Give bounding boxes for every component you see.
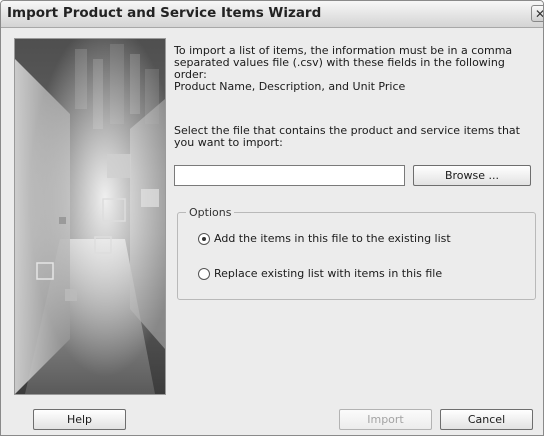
radio-selected-icon[interactable] — [198, 233, 210, 245]
close-button[interactable]: ✕ — [531, 5, 543, 22]
browse-button[interactable]: Browse ... — [413, 165, 531, 186]
close-icon: ✕ — [535, 7, 543, 21]
cancel-button[interactable]: Cancel — [440, 409, 533, 430]
title-bar[interactable]: Import Product and Service Items Wizard … — [1, 1, 543, 28]
file-path-input[interactable] — [174, 165, 405, 186]
option-replace-label: Replace existing list with items in this… — [214, 267, 443, 280]
wizard-side-image — [14, 38, 166, 395]
options-legend: Options — [186, 206, 235, 219]
help-button[interactable]: Help — [33, 409, 126, 430]
option-add-label: Add the items in this file to the existi… — [214, 232, 451, 245]
window-title: Import Product and Service Items Wizard — [7, 5, 322, 21]
import-wizard-window: Import Product and Service Items Wizard … — [0, 0, 544, 436]
options-group — [177, 212, 536, 300]
select-file-prompt: Select the file that contains the produc… — [174, 124, 520, 149]
radio-unselected-icon[interactable] — [198, 268, 210, 280]
import-button[interactable]: Import — [339, 409, 432, 430]
intro-text: To import a list of items, the informati… — [174, 44, 513, 93]
